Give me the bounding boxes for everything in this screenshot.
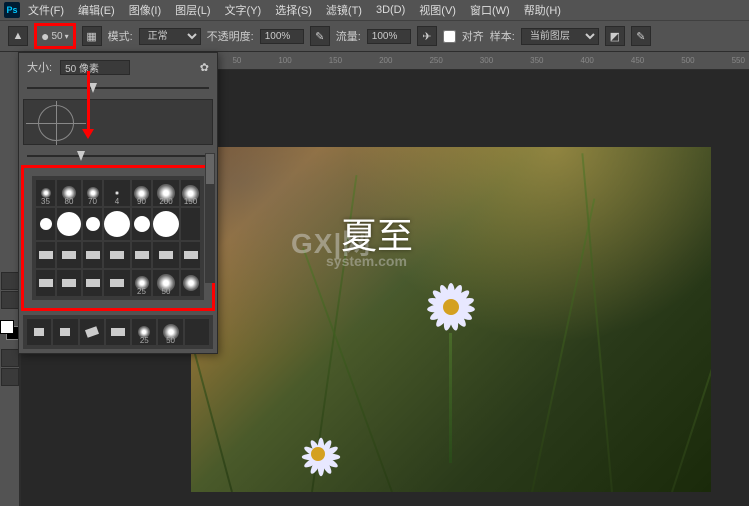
brush-preset[interactable]: 200 [153,180,179,206]
canvas-text: 夏至 [341,207,413,259]
brush-preset[interactable] [27,319,51,345]
brush-preset[interactable] [104,242,130,268]
pressure-size-icon[interactable]: ✎ [631,26,651,46]
preset-scrollbar[interactable] [205,153,215,283]
brush-preset[interactable] [57,270,81,296]
tool-button[interactable] [1,272,19,290]
pressure-opacity-icon[interactable]: ✎ [310,26,330,46]
toolbox [0,52,20,506]
gear-icon[interactable]: ✿ [200,61,209,74]
opacity-input[interactable] [260,29,304,44]
menu-filter[interactable]: 滤镜(T) [320,0,368,20]
brush-preset[interactable] [185,319,209,345]
flow-label: 流量: [336,28,361,44]
menu-help[interactable]: 帮助(H) [518,0,567,20]
ignore-adjustment-icon[interactable]: ◩ [605,26,625,46]
brush-preset[interactable] [83,208,102,240]
brush-preset[interactable]: 25 [132,270,151,296]
annotation-highlight: 35 80 70 4 90 200 150 25 [21,165,215,311]
menu-layer[interactable]: 图层(L) [169,0,216,20]
brush-preset[interactable] [36,270,55,296]
sample-label: 样本: [490,28,515,44]
brush-preset[interactable] [104,208,130,240]
size-slider[interactable] [19,81,217,95]
stamp-tool-icon[interactable]: ▲ [8,26,28,46]
menu-select[interactable]: 选择(S) [269,0,318,20]
tool-button[interactable] [1,291,19,309]
brush-preset[interactable] [153,208,179,240]
menu-view[interactable]: 视图(V) [413,0,462,20]
brush-size-value: 50 [51,31,62,42]
quickmask-button[interactable] [1,349,19,367]
brush-preset[interactable]: 25 [132,319,156,345]
color-swatches[interactable] [0,320,20,340]
brush-preset[interactable]: 80 [57,180,81,206]
flower-small [291,427,346,482]
menu-edit[interactable]: 编辑(E) [72,0,121,20]
sample-select[interactable]: 当前图层 [521,28,599,45]
brush-preset[interactable] [57,208,81,240]
brush-preset-panel: 大小: ✿ 35 80 70 4 90 200 150 [18,52,218,354]
ps-logo: Ps [4,2,20,18]
menu-type[interactable]: 文字(Y) [219,0,268,20]
brush-preset[interactable]: 4 [104,180,130,206]
brush-preset[interactable] [36,208,55,240]
screenmode-button[interactable] [1,368,19,386]
canvas-image[interactable]: GX|网 system.com 夏至 [191,147,711,492]
main-menu-bar: Ps 文件(F) 编辑(E) 图像(I) 图层(L) 文字(Y) 选择(S) 滤… [0,0,749,20]
mode-select[interactable]: 正常 [139,28,201,45]
brush-preset[interactable]: 35 [36,180,55,206]
brush-presets-grid: 35 80 70 4 90 200 150 25 [32,176,204,300]
hardness-slider[interactable] [19,149,217,163]
flow-input[interactable] [367,29,411,44]
brush-preset[interactable] [132,208,151,240]
brush-angle-preview[interactable] [23,99,213,145]
brush-preset[interactable] [53,319,77,345]
menu-file[interactable]: 文件(F) [22,0,70,20]
brush-preset[interactable] [57,242,81,268]
airbrush-icon[interactable]: ✈ [417,26,437,46]
mode-label: 模式: [108,28,133,44]
brush-preset[interactable] [132,242,151,268]
brush-preset[interactable]: 50 [158,319,182,345]
brush-preset[interactable] [181,270,200,296]
brush-size-field[interactable] [60,60,130,75]
brush-preset[interactable] [36,242,55,268]
brush-panel-toggle-icon[interactable]: ▦ [82,26,102,46]
brush-preset[interactable] [153,242,179,268]
brush-preset[interactable] [181,208,200,240]
brush-preset[interactable]: 70 [83,180,102,206]
brush-size-label: 大小: [27,59,52,75]
menu-window[interactable]: 窗口(W) [464,0,516,20]
brush-preset[interactable]: 150 [181,180,200,206]
menu-3d[interactable]: 3D(D) [370,2,411,18]
flower-main [421,277,481,337]
brush-preset[interactable]: 90 [132,180,151,206]
brush-preset[interactable] [83,270,102,296]
annotation-arrow [87,71,90,131]
brush-preset[interactable] [83,242,102,268]
options-bar: ▲ ● 50 ▾ ▦ 模式: 正常 不透明度: ✎ 流量: ✈ 对齐 样本: 当… [0,20,749,52]
foreground-swatch[interactable] [0,320,14,334]
brush-preset[interactable]: 50 [153,270,179,296]
brush-preset[interactable] [80,319,104,345]
align-checkbox[interactable] [443,30,456,43]
brush-size-picker[interactable]: ● 50 ▾ [34,23,76,49]
brush-preset[interactable] [104,270,130,296]
brush-preset[interactable] [181,242,200,268]
brush-preset[interactable] [106,319,130,345]
opacity-label: 不透明度: [207,28,254,44]
menu-image[interactable]: 图像(I) [123,0,167,20]
align-label: 对齐 [462,28,484,44]
